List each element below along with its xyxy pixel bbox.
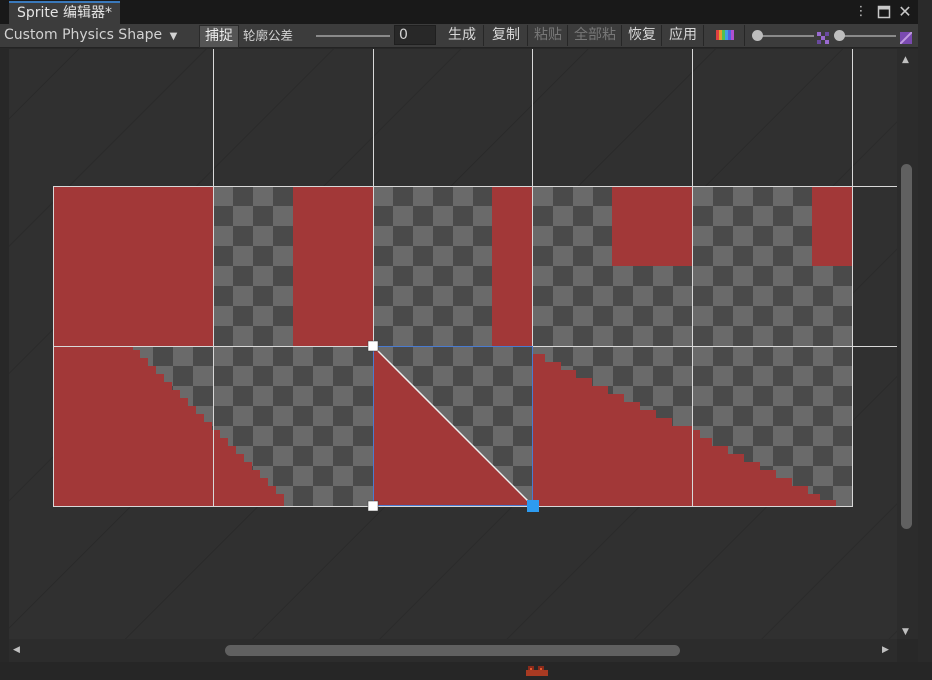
generate-button[interactable]: 生成 xyxy=(441,25,484,46)
horizontal-scrollbar[interactable]: ◀ ▶ xyxy=(9,639,897,662)
paste-all-button[interactable]: 全部粘贴 xyxy=(569,25,622,46)
sprite-canvas[interactable] xyxy=(9,49,897,639)
outline-tolerance-label: 轮廓公差 xyxy=(243,28,294,43)
apply-button[interactable]: 应用 xyxy=(663,25,704,46)
sprite-cell-2 xyxy=(293,186,373,346)
snap-toggle[interactable]: 捕捉 xyxy=(199,25,239,48)
paste-button[interactable]: 粘贴 xyxy=(529,25,568,46)
sprite-cell-1 xyxy=(53,186,213,346)
sprite-cell-4 xyxy=(612,186,692,266)
scroll-up-icon[interactable]: ▲ xyxy=(902,55,909,65)
sprite-editor-window: Sprite 编辑器* ⋮ ✕ Custom Physics Shape ▼ 捕… xyxy=(0,0,918,662)
sprite-sheet-view xyxy=(9,49,897,639)
mip-level-slider[interactable] xyxy=(758,35,814,37)
scroll-down-icon[interactable]: ▼ xyxy=(902,627,909,637)
scroll-right-icon[interactable]: ▶ xyxy=(882,645,889,655)
zoom-icon xyxy=(899,29,913,48)
zoom-slider[interactable] xyxy=(838,35,896,37)
pixel-character-icon xyxy=(526,666,548,676)
background-strip xyxy=(0,662,932,680)
mode-dropdown[interactable]: Custom Physics Shape ▼ xyxy=(4,24,194,47)
sprite-cell-3 xyxy=(492,186,533,346)
chevron-down-icon: ▼ xyxy=(169,31,178,42)
maximize-icon[interactable] xyxy=(875,3,893,21)
copy-button[interactable]: 复制 xyxy=(485,25,528,46)
outline-tolerance-input[interactable] xyxy=(394,25,436,45)
outline-tolerance-slider[interactable] xyxy=(316,35,390,37)
mip-level-icon xyxy=(817,29,829,48)
close-icon[interactable]: ✕ xyxy=(896,3,914,21)
sprite-cell-5 xyxy=(812,186,853,266)
window-tab[interactable]: Sprite 编辑器* xyxy=(9,1,120,24)
mip-level-slider-knob[interactable] xyxy=(752,30,763,41)
zoom-slider-knob[interactable] xyxy=(834,30,845,41)
rgb-channels-icon[interactable] xyxy=(706,25,745,46)
outline-vertex-handle xyxy=(367,340,379,352)
selected-vertex-handle xyxy=(527,500,539,512)
outline-vertex-handle xyxy=(367,500,379,512)
revert-button[interactable]: 恢复 xyxy=(623,25,662,46)
vertical-scrollbar[interactable]: ▲ ▼ xyxy=(897,49,918,639)
scroll-left-icon[interactable]: ◀ xyxy=(13,645,20,655)
kebab-menu-icon[interactable]: ⋮ xyxy=(852,3,870,21)
horizontal-scroll-thumb[interactable] xyxy=(225,645,680,656)
window-tab-strip: Sprite 编辑器* ⋮ ✕ xyxy=(0,0,918,24)
sprite-editor-toolbar: Custom Physics Shape ▼ 捕捉 轮廓公差 生成 复制 粘贴 … xyxy=(0,24,918,65)
vertical-scroll-thumb[interactable] xyxy=(901,164,912,529)
mode-dropdown-label: Custom Physics Shape xyxy=(4,27,163,43)
